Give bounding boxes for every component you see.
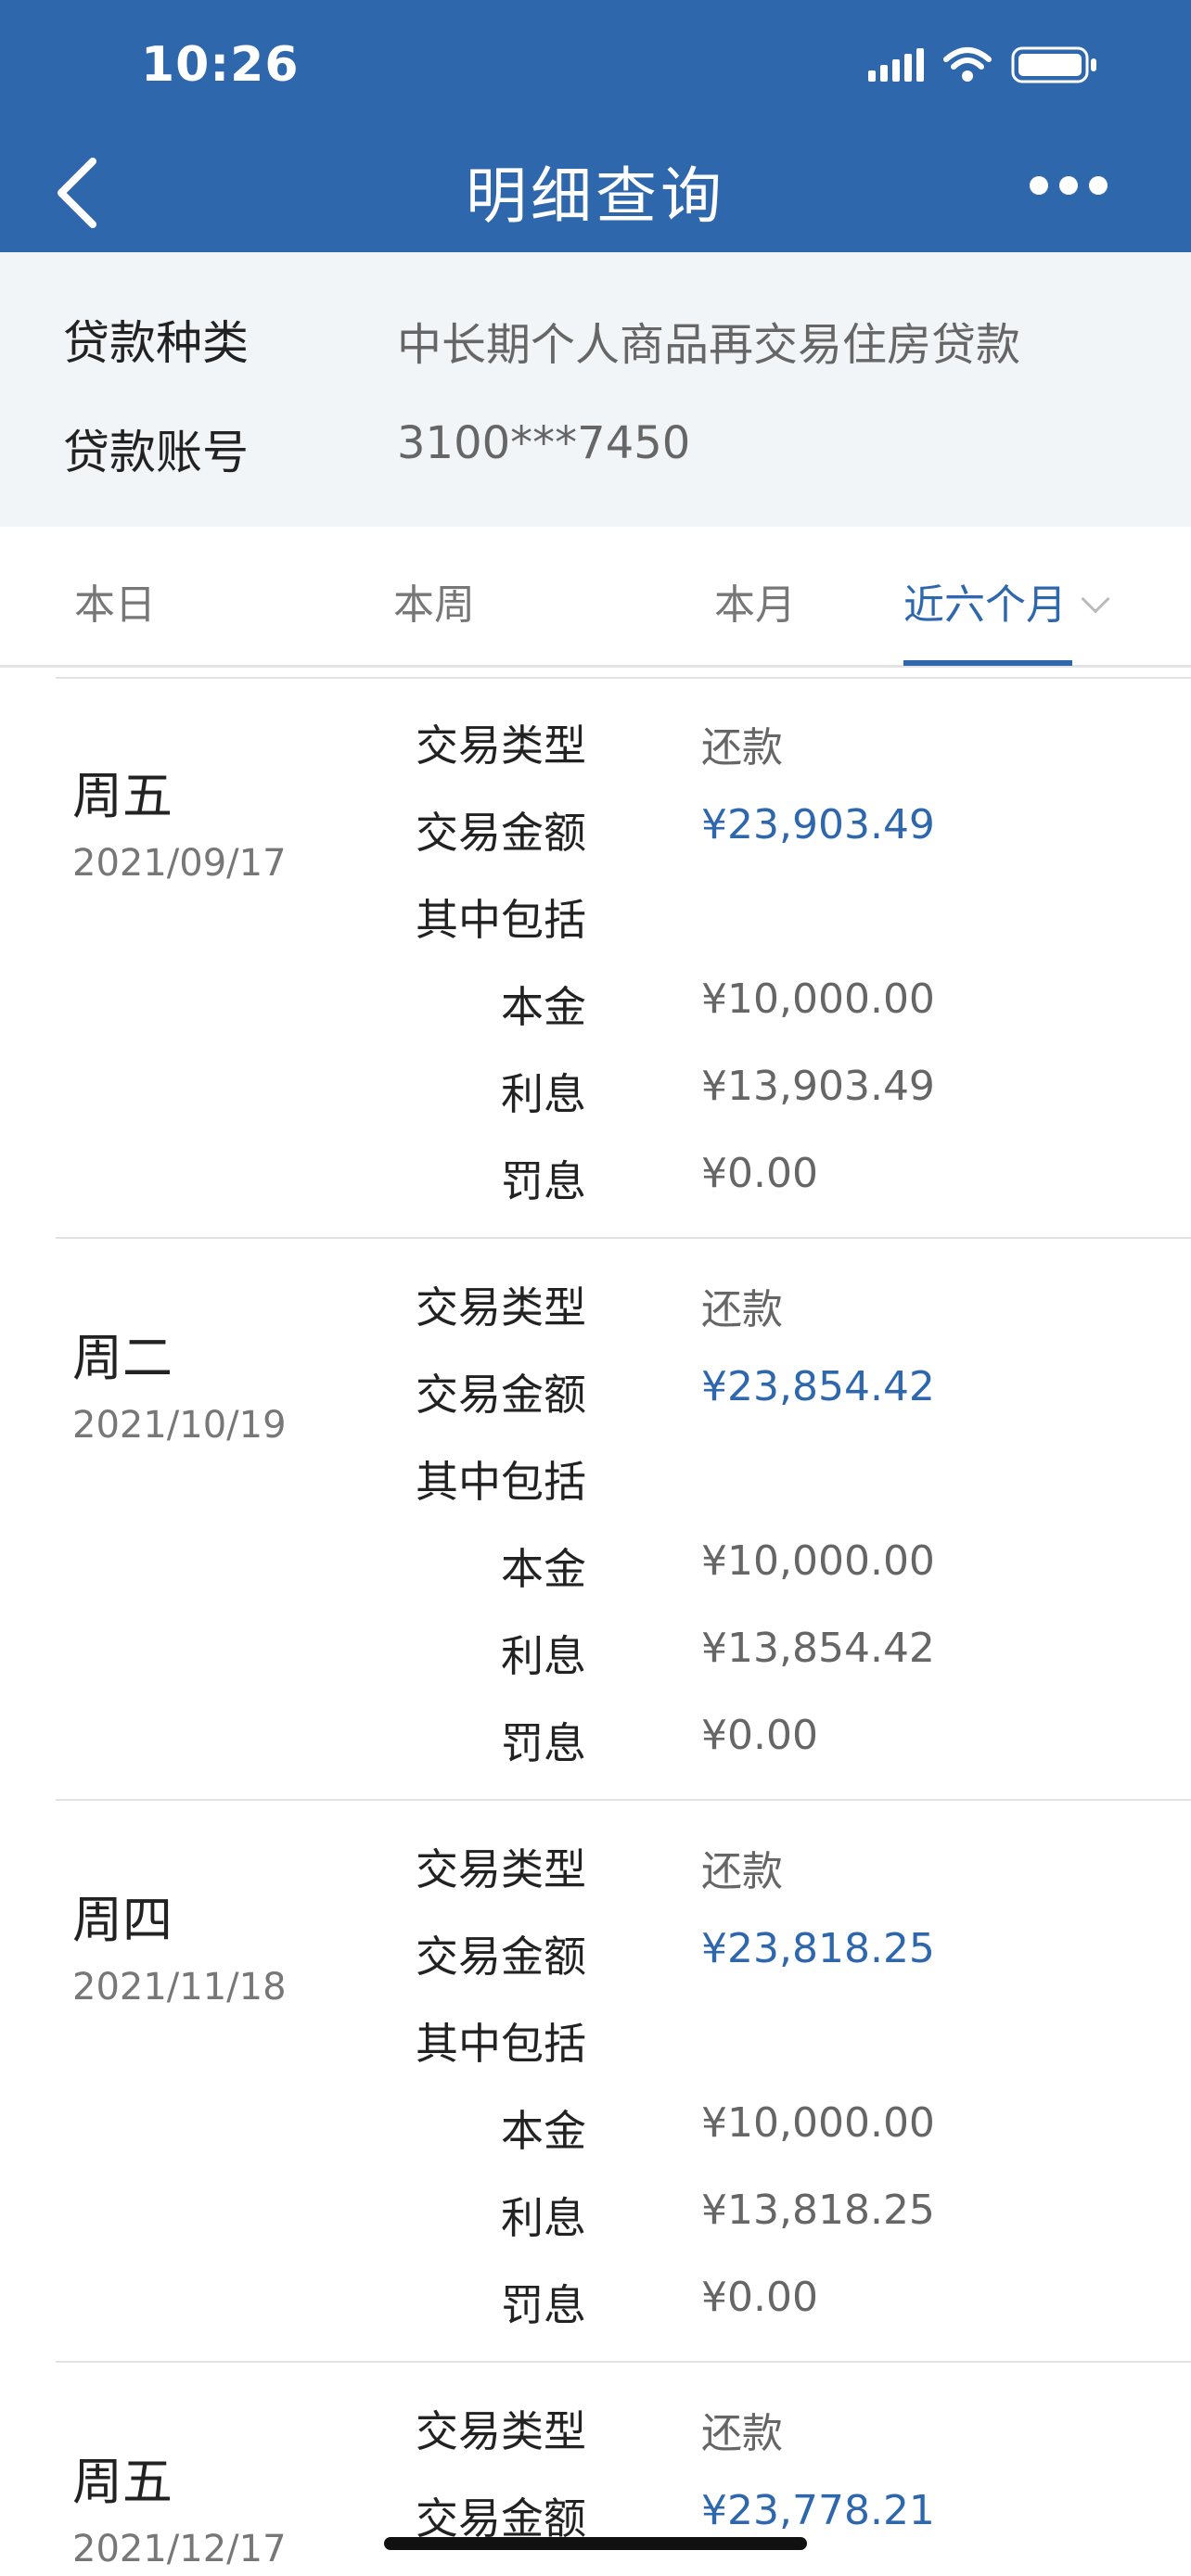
- page-title: 明细查询: [466, 160, 725, 232]
- principal-label: 本金: [501, 1544, 586, 1594]
- type-value: 还款: [701, 724, 783, 772]
- type-value: 还款: [701, 1286, 783, 1333]
- transaction-list: 周五 2021/09/17 交易类型 还款 交易金额 ¥23,903.49 其中…: [0, 673, 1191, 2576]
- type-label: 交易类型: [416, 1844, 586, 1894]
- penalty-value: ¥0.00: [701, 2274, 818, 2321]
- status-time: 10:26: [141, 37, 300, 93]
- includes-label: 其中包括: [416, 2019, 586, 2069]
- chevron-down-icon: [1081, 584, 1110, 614]
- amount-value: ¥23,778.21: [701, 2487, 935, 2534]
- record-weekday: 周二: [72, 1329, 173, 1387]
- penalty-label: 罚息: [501, 1718, 586, 1768]
- tab-today[interactable]: 本日: [74, 571, 156, 631]
- interest-label: 利息: [501, 1631, 586, 1681]
- home-indicator[interactable]: [384, 2537, 807, 2550]
- loan-account-label: 贷款账号: [63, 426, 249, 479]
- penalty-value: ¥0.00: [701, 1150, 818, 1197]
- principal-label: 本金: [501, 982, 586, 1032]
- type-value: 还款: [701, 1848, 783, 1895]
- status-icons: [868, 45, 1098, 85]
- interest-value: ¥13,903.49: [701, 1063, 935, 1110]
- loan-info: 贷款种类 中长期个人商品再交易住房贷款 贷款账号 3100***7450: [0, 252, 1191, 527]
- more-options-icon[interactable]: [1030, 176, 1108, 195]
- record-date: 2021/12/17: [72, 2528, 287, 2570]
- period-tabs: 本日 本周 本月 近六个月: [0, 527, 1191, 668]
- record-weekday: 周五: [72, 2453, 173, 2511]
- tab-six-months-label: 近六个月: [903, 581, 1067, 629]
- record-weekday: 周四: [72, 1891, 173, 1949]
- type-label: 交易类型: [416, 2406, 586, 2456]
- principal-label: 本金: [501, 2106, 586, 2156]
- divider: [56, 1237, 1191, 1239]
- type-label: 交易类型: [416, 1282, 586, 1333]
- loan-type-label: 贷款种类: [63, 316, 249, 370]
- amount-value: ¥23,903.49: [701, 801, 935, 848]
- includes-label: 其中包括: [416, 1457, 586, 1507]
- top-bar: 10:26 明细查询: [0, 0, 1191, 252]
- amount-value: ¥23,818.25: [701, 1925, 935, 1972]
- principal-value: ¥10,000.00: [701, 1537, 935, 1585]
- penalty-value: ¥0.00: [701, 1712, 818, 1759]
- interest-label: 利息: [501, 2193, 586, 2243]
- record-date: 2021/10/19: [72, 1404, 287, 1447]
- divider: [56, 1799, 1191, 1801]
- loan-account-value: 3100***7450: [397, 417, 691, 469]
- record-date: 2021/11/18: [72, 1966, 287, 2009]
- active-tab-indicator: [903, 660, 1072, 666]
- battery-icon: [1011, 46, 1096, 83]
- divider: [56, 2361, 1191, 2363]
- interest-value: ¥13,854.42: [701, 1625, 935, 1672]
- tab-this-week[interactable]: 本周: [393, 571, 475, 631]
- tab-this-month[interactable]: 本月: [714, 571, 796, 631]
- divider: [56, 677, 1191, 679]
- interest-label: 利息: [501, 1069, 586, 1119]
- amount-value: ¥23,854.42: [701, 1363, 935, 1410]
- loan-type-value: 中长期个人商品再交易住房贷款: [397, 319, 1021, 371]
- record-weekday: 周五: [72, 767, 173, 825]
- type-label: 交易类型: [416, 721, 586, 771]
- record-date: 2021/09/17: [72, 842, 287, 885]
- amount-label: 交易金额: [416, 808, 586, 858]
- penalty-label: 罚息: [501, 1156, 586, 1206]
- cellular-signal-icon: [868, 48, 924, 82]
- amount-label: 交易金额: [416, 1370, 586, 1420]
- amount-label: 交易金额: [416, 1932, 586, 1982]
- penalty-label: 罚息: [501, 2280, 586, 2330]
- interest-value: ¥13,818.25: [701, 2187, 935, 2234]
- tab-six-months[interactable]: 近六个月: [903, 571, 1110, 631]
- principal-value: ¥10,000.00: [701, 976, 935, 1023]
- includes-label: 其中包括: [416, 895, 586, 945]
- type-value: 还款: [701, 2410, 783, 2457]
- principal-value: ¥10,000.00: [701, 2099, 935, 2147]
- wifi-icon: [943, 47, 992, 82]
